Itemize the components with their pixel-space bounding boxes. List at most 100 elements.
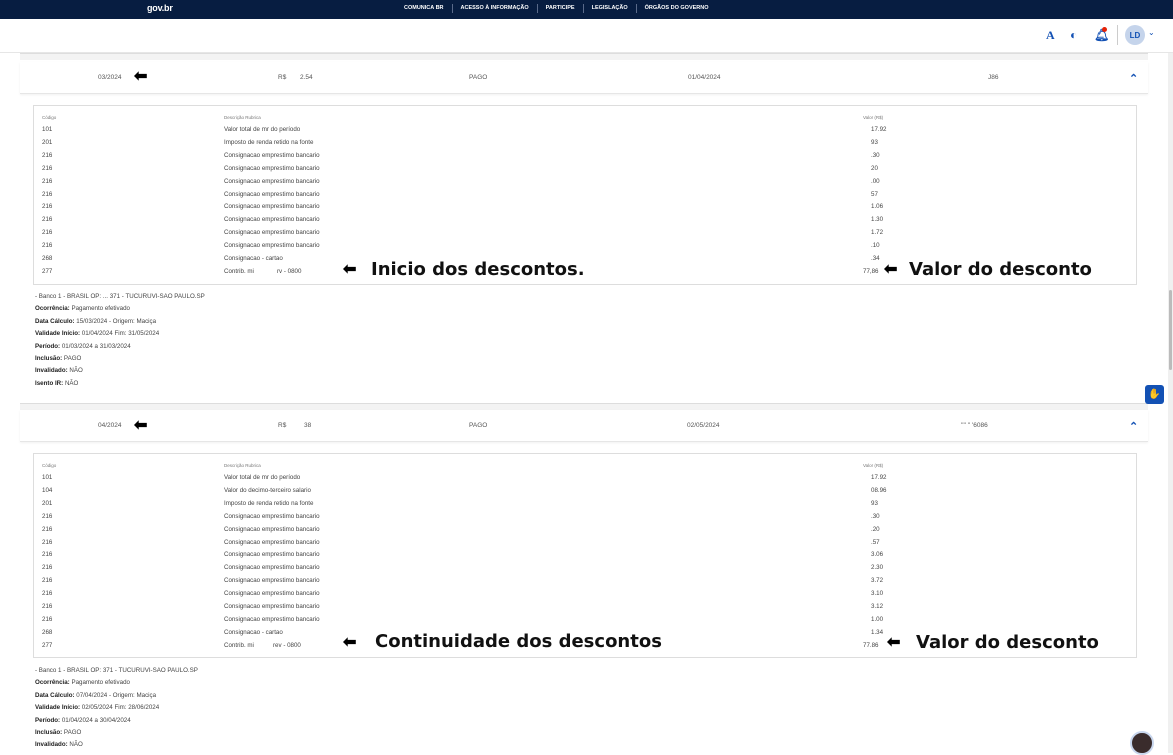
info-label: Período: (35, 716, 61, 724)
chevron-up-icon[interactable]: ⌃ (1129, 72, 1138, 85)
summary-currency: R$ (278, 422, 287, 429)
table-row: 101 Valor total de mr do período 17.92 (34, 471, 1138, 484)
nav-legislacao[interactable]: LEGISLAÇÃO (582, 4, 636, 13)
vlibras-accessibility-button[interactable]: ✋ (1145, 385, 1164, 404)
block-separator (20, 403, 1148, 410)
table-row: 104 Valor do decimo-terceiro salario 08.96 (34, 484, 1138, 497)
cell-codigo: 216 (42, 177, 53, 185)
annotation-valor-desconto: Valor do desconto (909, 259, 1092, 280)
site-header (0, 19, 1173, 53)
info-ocorrencia: Pagamento efetivado (71, 305, 130, 313)
chat-assistant-avatar[interactable] (1130, 731, 1154, 755)
info-validade: 02/05/2024 Fim: 28/06/2024 (81, 704, 160, 712)
info-label: Inclusão: (35, 729, 63, 737)
cell-valor: 08.96 (871, 486, 887, 494)
nav-acesso-informacao[interactable]: ACESSO À INFORMAÇÃO (451, 4, 537, 13)
cell-codigo: 216 (42, 203, 53, 211)
col-header-codigo: Código (42, 463, 57, 468)
payment-summary-row[interactable]: 03/2024 R$ 2.54 PAGO 01/04/2024 J86 (20, 62, 1148, 94)
table-row: 216 Consignacao emprestimo bancario 1.06 (34, 200, 1138, 213)
gov-topnav: COMUNICA BR ACESSO À INFORMAÇÃO PARTICIP… (396, 4, 717, 13)
cell-codigo: 216 (42, 525, 53, 533)
cell-codigo: 216 (42, 615, 53, 623)
cell-codigo: 104 (42, 486, 53, 494)
cell-descricao: Consignacao emprestimo bancario (224, 590, 320, 598)
cell-valor: 1.30 (871, 216, 884, 224)
info-label: Ocorrência: (35, 305, 70, 313)
cell-descricao: Imposto de renda retido na fonte (224, 138, 314, 146)
table-row: 201 Imposto de renda retido na fonte 93 (34, 136, 1138, 149)
col-header-descricao: Descrição Rubrica (224, 463, 261, 468)
info-bank: - Banco 1 - BRASIL OP: ... 371 - TUCURUV… (35, 293, 205, 300)
cell-codigo: 268 (42, 628, 53, 636)
table-row: 216 Consignacao emprestimo bancario 57 (34, 188, 1138, 201)
info-data-calculo: 15/03/2024 - Origem: Maciça (76, 317, 157, 325)
table-row: 216 Consignacao emprestimo bancario 20 (34, 162, 1138, 175)
left-arrow-icon: ⬅ (887, 634, 901, 651)
info-label: Inclusão: (35, 355, 63, 363)
contrast-icon[interactable]: ◐ (1070, 28, 1077, 42)
cell-codigo: 216 (42, 512, 53, 520)
cell-codigo: 216 (42, 229, 53, 237)
table-row: 101 Valor total de mr do período 17.92 (34, 123, 1138, 136)
cell-valor: 3.10 (871, 590, 884, 598)
cell-codigo: 216 (42, 164, 53, 172)
cell-codigo: 201 (42, 138, 53, 146)
left-arrow-icon: ⬅ (884, 261, 898, 278)
table-row: 216 Consignacao emprestimo bancario .10 (34, 239, 1138, 252)
detail-table: Código Descrição Rubrica Valor (R$) 101 V… (33, 105, 1137, 285)
table-row: 216 Consignacao emprestimo bancario 1.72 (34, 226, 1138, 239)
cell-codigo: 268 (42, 255, 53, 262)
cell-codigo: 216 (42, 603, 53, 610)
cell-valor: .20 (871, 525, 880, 533)
table-row: 216 Consignacao emprestimo bancario 1.00 (34, 613, 1138, 626)
cell-valor: .10 (871, 242, 880, 250)
annotation-inicio-descontos: Inicio dos descontos. (371, 259, 585, 280)
detail-table: Código Descrição Rubrica Valor (R$) 101 V… (33, 453, 1137, 658)
font-size-icon[interactable]: A (1046, 28, 1055, 43)
cell-descricao: Consignacao emprestimo bancario (224, 538, 320, 546)
cell-descricao: Consignacao emprestimo bancario (224, 615, 320, 623)
cell-valor: 1.06 (871, 203, 884, 211)
nav-participe[interactable]: PARTICIPE (536, 4, 583, 13)
govbr-logo[interactable]: gov.br (147, 3, 173, 13)
info-bank: - Banco 1 - BRASIL OP: 371 - TUCURUVI-SA… (35, 667, 198, 674)
scrollbar[interactable] (1168, 53, 1173, 753)
info-label: Validade Início: (35, 330, 81, 338)
info-periodo: 01/04/2024 a 30/04/2024 (61, 716, 131, 724)
cell-valor: .30 (871, 151, 880, 159)
avatar[interactable]: LD (1125, 25, 1145, 45)
chevron-up-icon[interactable]: ⌃ (1129, 420, 1138, 433)
cell-valor: 3.12 (871, 603, 884, 610)
cell-descricao: Valor do decimo-terceiro salario (224, 486, 311, 494)
cell-valor: .30 (871, 512, 880, 520)
info-label: Período: (35, 342, 61, 350)
cell-descricao: Imposto de renda retido na fonte (224, 499, 314, 507)
cell-descricao: Consignacao emprestimo bancario (224, 151, 320, 159)
table-row: 216 Consignacao emprestimo bancario .30 (34, 149, 1138, 162)
info-invalidado: NÃO (69, 367, 83, 375)
summary-account: J86 (988, 74, 999, 81)
col-header-codigo: Código (42, 115, 57, 120)
table-row: 216 Consignacao emprestimo bancario 3.10 (34, 587, 1138, 600)
info-label: Invalidado: (35, 741, 68, 749)
nav-comunica-br[interactable]: COMUNICA BR (396, 4, 452, 13)
scrollbar-thumb[interactable] (1169, 290, 1172, 370)
nav-orgaos-governo[interactable]: ÓRGÃOS DO GOVERNO (635, 4, 717, 13)
left-arrow-icon: ⬅ (134, 68, 148, 85)
notification-dot (1102, 27, 1107, 32)
cell-codigo: 216 (42, 551, 53, 559)
info-label: Invalidado: (35, 367, 68, 375)
cell-valor: 3.72 (871, 577, 884, 585)
summary-status: PAGO (469, 74, 488, 81)
summary-date: 02/05/2024 (687, 422, 720, 429)
payment-summary-row[interactable]: 04/2024 R$ 38 PAGO 02/05/2024 '''' '' '6… (20, 410, 1148, 442)
cell-descricao: Valor total de mr do período (224, 126, 301, 133)
table-row: 216 Consignacao emprestimo bancario 2.30 (34, 561, 1138, 574)
cell-valor: 3.06 (871, 551, 884, 559)
chevron-down-icon[interactable]: ⌄ (1148, 28, 1155, 37)
cell-descricao: Consignacao emprestimo bancario (224, 242, 320, 250)
summary-amount: 2.54 (300, 74, 313, 81)
table-row: 216 Consignacao emprestimo bancario .20 (34, 523, 1138, 536)
summary-date: 01/04/2024 (688, 74, 721, 81)
